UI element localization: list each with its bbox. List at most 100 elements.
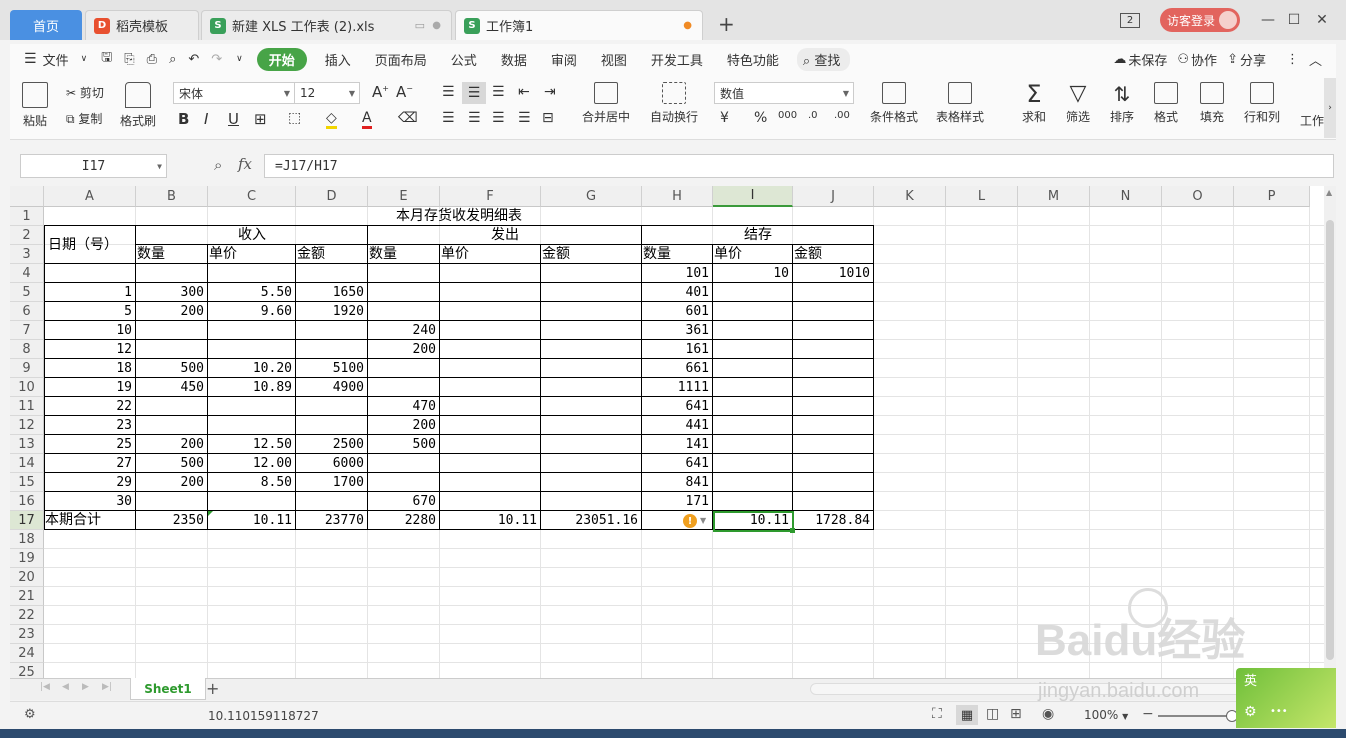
row-header-20[interactable]: 20 bbox=[10, 568, 44, 587]
zoom-formula-icon[interactable]: ⌕ bbox=[214, 156, 222, 174]
indent-decrease-button[interactable]: ⇤ bbox=[518, 84, 530, 100]
row-header-6[interactable]: 6 bbox=[10, 302, 44, 321]
sort-button[interactable]: ⇅ 排序 bbox=[1110, 80, 1134, 125]
hamburger-icon[interactable]: ☰ bbox=[24, 51, 37, 67]
cell-j4[interactable]: 1010 bbox=[794, 264, 872, 283]
cell-h7[interactable]: 361 bbox=[643, 321, 711, 340]
undo-icon[interactable]: ↶ bbox=[188, 52, 199, 67]
cell-b14[interactable]: 500 bbox=[137, 454, 206, 473]
row-header-22[interactable]: 22 bbox=[10, 606, 44, 625]
row-header-8[interactable]: 8 bbox=[10, 340, 44, 359]
header-income[interactable]: 收入 bbox=[136, 226, 368, 245]
name-box[interactable]: I17 ▼ bbox=[20, 154, 167, 178]
column-header-o[interactable]: O bbox=[1162, 186, 1234, 207]
add-sheet-button[interactable]: + bbox=[206, 679, 219, 698]
number-format-select[interactable]: 数值 ▼ bbox=[714, 82, 854, 104]
menu-data[interactable]: 数据 bbox=[489, 50, 539, 69]
conditional-format-button[interactable]: 条件格式 bbox=[870, 82, 918, 125]
more-icon[interactable]: ⋮ bbox=[1286, 52, 1299, 67]
align-left-button[interactable]: ☰ bbox=[442, 110, 455, 126]
indent-increase-button[interactable]: ⇥ bbox=[544, 84, 556, 100]
cell-h9[interactable]: 661 bbox=[643, 359, 711, 378]
justify-button[interactable]: ☰ bbox=[518, 110, 531, 126]
print-icon[interactable]: ⎙ bbox=[147, 52, 157, 67]
zoom-slider[interactable] bbox=[1158, 710, 1238, 722]
cell-b9[interactable]: 500 bbox=[137, 359, 206, 378]
cell-h13[interactable]: 141 bbox=[643, 435, 711, 454]
cell-a5[interactable]: 1 bbox=[45, 283, 134, 302]
close-button[interactable]: ✕ bbox=[1308, 10, 1336, 30]
page-break-view-icon[interactable]: ⊞ bbox=[1010, 706, 1022, 722]
sheet-nav-prev[interactable]: ◀ bbox=[62, 682, 69, 692]
new-tab-button[interactable]: + bbox=[718, 12, 735, 36]
cell-b17[interactable]: 2350 bbox=[137, 511, 206, 530]
menu-review[interactable]: 审阅 bbox=[539, 50, 589, 69]
menu-insert[interactable]: 插入 bbox=[313, 50, 363, 69]
cell-h15[interactable]: 841 bbox=[643, 473, 711, 492]
row-header-12[interactable]: 12 bbox=[10, 416, 44, 435]
format-painter-button[interactable]: 格式刷 bbox=[120, 82, 156, 129]
collapse-ribbon-icon[interactable]: ︿ bbox=[1309, 50, 1322, 69]
cell-b6[interactable]: 200 bbox=[137, 302, 206, 321]
chevron-down-icon[interactable]: ∨ bbox=[236, 54, 243, 64]
format-button[interactable]: 格式 bbox=[1154, 82, 1178, 125]
menu-page-layout[interactable]: 页面布局 bbox=[363, 50, 439, 69]
ribbon-scroll-right[interactable]: › bbox=[1324, 78, 1336, 138]
cell-a10[interactable]: 19 bbox=[45, 378, 134, 397]
cell-b15[interactable]: 200 bbox=[137, 473, 206, 492]
vertical-scrollbar[interactable]: ▲ bbox=[1324, 186, 1336, 678]
row-header-24[interactable]: 24 bbox=[10, 644, 44, 663]
cell-c5[interactable]: 5.50 bbox=[209, 283, 294, 302]
cell-h4[interactable]: 101 bbox=[643, 264, 711, 283]
increase-decimal-button[interactable]: .0 bbox=[808, 110, 818, 121]
row-header-9[interactable]: 9 bbox=[10, 359, 44, 378]
reading-mode-icon[interactable]: ◉ bbox=[1042, 706, 1054, 722]
decrease-decimal-button[interactable]: .00 bbox=[834, 110, 850, 121]
column-header-p[interactable]: P bbox=[1234, 186, 1310, 207]
column-header-i[interactable]: I bbox=[713, 186, 793, 207]
export-icon[interactable]: ⎘ bbox=[124, 52, 134, 67]
highlight-button[interactable]: ◇ bbox=[326, 110, 337, 129]
column-header-h[interactable]: H bbox=[642, 186, 713, 207]
font-color-button[interactable]: A bbox=[362, 110, 372, 129]
preview-icon[interactable]: ⌕ bbox=[169, 52, 176, 67]
font-shrink-button[interactable]: A− bbox=[396, 83, 413, 101]
filter-button[interactable]: ▽ 筛选 bbox=[1066, 80, 1090, 125]
wrap-text-button[interactable]: 自动换行 bbox=[650, 82, 698, 125]
subheader-price-i[interactable]: 单价 bbox=[714, 245, 792, 264]
scroll-thumb[interactable] bbox=[1326, 220, 1334, 660]
row-header-16[interactable]: 16 bbox=[10, 492, 44, 511]
spreadsheet-grid[interactable]: ABCDEFGHIJKLMNOP 1 2 3 4 5 6 7 8 9 10 11 12 13 14 15 16… bbox=[10, 186, 1324, 678]
font-name-select[interactable]: 宋体 ▼ bbox=[173, 82, 295, 104]
error-warning-icon[interactable]: ! bbox=[683, 514, 697, 528]
cell-h16[interactable]: 171 bbox=[643, 492, 711, 511]
header-issue[interactable]: 发出 bbox=[368, 226, 642, 245]
cell-c17[interactable]: 10.11 bbox=[209, 511, 294, 530]
header-date[interactable]: 日期（号） bbox=[48, 236, 138, 255]
column-header-f[interactable]: F bbox=[440, 186, 541, 207]
cell-e16[interactable]: 670 bbox=[369, 492, 438, 511]
unsaved-status[interactable]: 未保存 bbox=[1126, 50, 1177, 69]
cell-a13[interactable]: 25 bbox=[45, 435, 134, 454]
chevron-down-icon[interactable]: ▼ bbox=[700, 516, 706, 525]
chevron-down-icon[interactable]: ∨ bbox=[81, 54, 88, 64]
cell-a7[interactable]: 10 bbox=[45, 321, 134, 340]
menu-formula[interactable]: 公式 bbox=[439, 50, 489, 69]
column-header-m[interactable]: M bbox=[1018, 186, 1090, 207]
normal-view-icon[interactable]: ▦ bbox=[956, 705, 978, 725]
unsaved-dot-icon[interactable]: ● bbox=[683, 20, 692, 31]
search-box[interactable]: ⌕ 查找 bbox=[796, 47, 851, 71]
column-header-k[interactable]: K bbox=[874, 186, 946, 207]
cell-b5[interactable]: 300 bbox=[137, 283, 206, 302]
fill-handle[interactable] bbox=[790, 528, 795, 533]
distribute-button[interactable]: ⊟ bbox=[542, 110, 554, 126]
minimize-button[interactable]: — bbox=[1254, 10, 1282, 30]
cell-c6[interactable]: 9.60 bbox=[209, 302, 294, 321]
cell-e13[interactable]: 500 bbox=[369, 435, 438, 454]
copy-button[interactable]: ⧉ 复制 bbox=[66, 110, 102, 127]
ime-widget[interactable]: 英 ⚙ ••• bbox=[1236, 668, 1336, 728]
italic-button[interactable]: I bbox=[204, 110, 208, 128]
save-icon[interactable]: 🖫 bbox=[101, 48, 112, 70]
cell-c10[interactable]: 10.89 bbox=[209, 378, 294, 397]
menu-start[interactable]: 开始 bbox=[256, 47, 307, 71]
